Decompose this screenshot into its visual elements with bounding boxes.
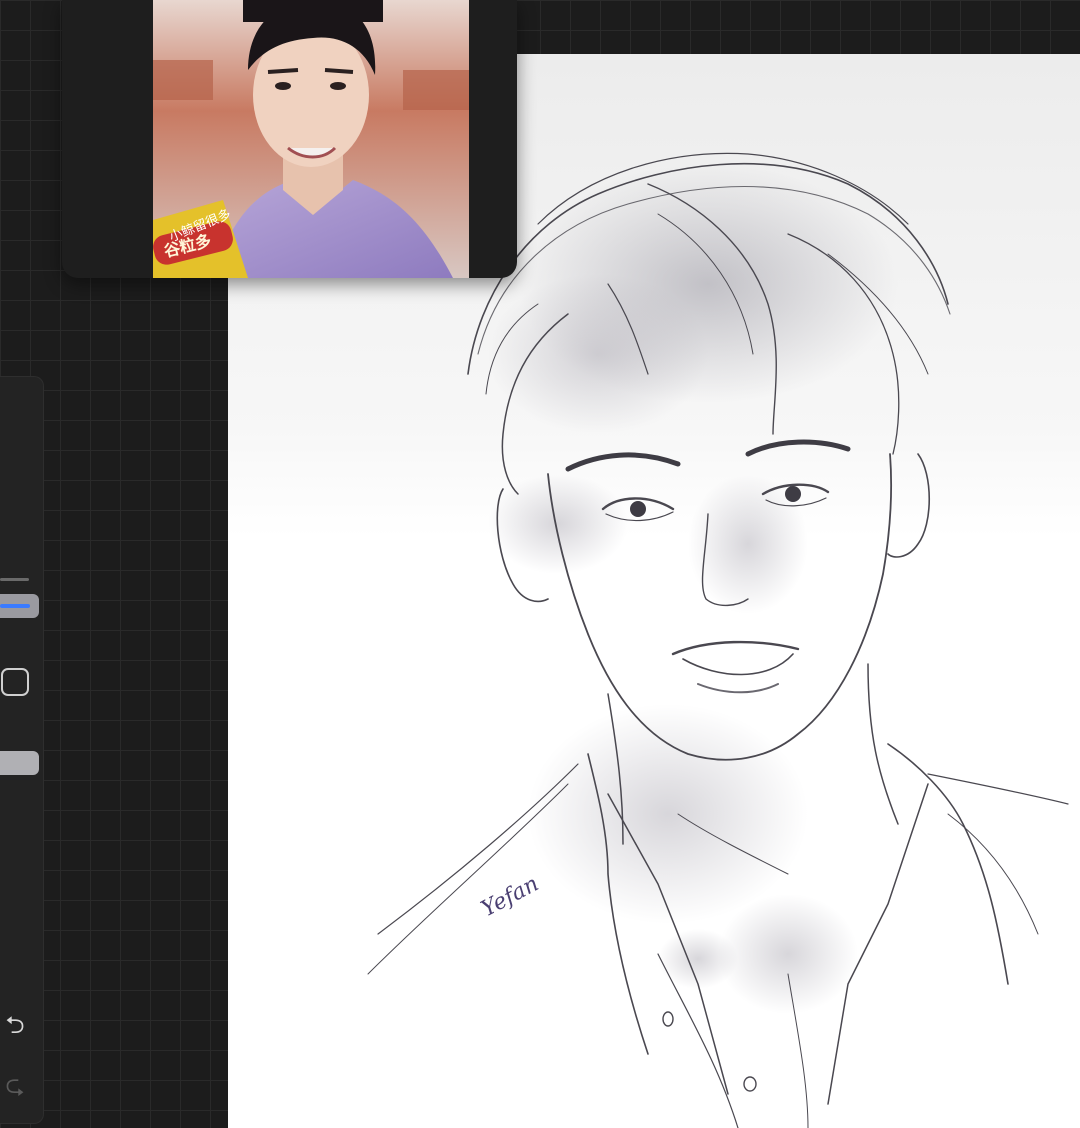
reference-photo: 谷粒多 小鲸留很多 [153,0,469,278]
brush-size-track[interactable] [0,578,29,581]
square-modify-icon[interactable] [1,668,29,696]
brush-opacity-slider[interactable] [0,751,39,775]
reference-window[interactable]: 谷粒多 小鲸留很多 [62,0,517,278]
undo-icon[interactable]: ⮌ [0,1010,30,1040]
brush-size-indicator [0,604,30,608]
redo-icon[interactable]: ⮎ [0,1070,30,1100]
brush-size-slider[interactable] [0,594,39,618]
artist-signature: Yefan [477,871,543,922]
